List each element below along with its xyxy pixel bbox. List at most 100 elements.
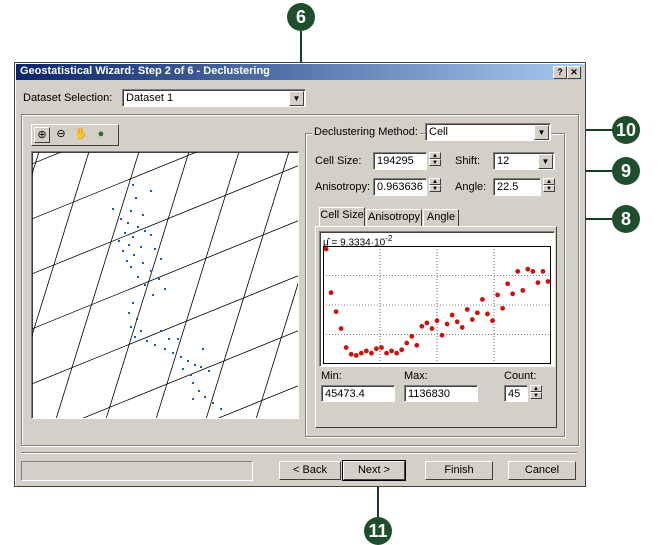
data-point xyxy=(389,348,394,354)
finish-button[interactable]: Finish xyxy=(425,461,493,480)
tab-angle-label: Angle xyxy=(426,211,456,223)
anisotropy-value: 0.963636 xyxy=(377,181,423,193)
back-button[interactable]: < Back xyxy=(279,461,341,480)
spin-down-icon[interactable]: ▼ xyxy=(429,185,441,192)
data-point xyxy=(409,333,415,339)
data-point xyxy=(500,305,505,311)
cell-size-spinner[interactable]: ▲ ▼ xyxy=(429,152,441,166)
max-value: 1136830 xyxy=(408,388,451,400)
data-point xyxy=(429,326,435,331)
spin-down-icon[interactable]: ▼ xyxy=(530,392,542,399)
data-point xyxy=(348,351,354,357)
declustering-method-label: Declustering Method: xyxy=(312,126,420,138)
data-point xyxy=(480,297,485,302)
close-button[interactable]: ✕ xyxy=(567,66,581,79)
tab-anisotropy[interactable]: Anisotropy xyxy=(366,209,422,226)
data-point xyxy=(464,307,470,312)
map-view[interactable] xyxy=(31,151,299,419)
map-toolbar: ⊕ ⊖ ✋ ● xyxy=(31,124,119,146)
cell-size-input[interactable]: 194295 xyxy=(373,152,427,170)
data-point xyxy=(535,280,541,285)
spin-down-icon[interactable]: ▼ xyxy=(429,159,441,166)
callout-6: 6 xyxy=(287,3,315,31)
spin-up-icon[interactable]: ▲ xyxy=(530,385,542,392)
min-label: Min: xyxy=(321,370,342,382)
title-bar[interactable]: Geostatistical Wizard: Step 2 of 6 - Dec… xyxy=(16,64,582,80)
pan-hand-icon[interactable]: ✋ xyxy=(74,127,88,141)
declustering-method-dropdown[interactable]: ▼ xyxy=(534,125,549,140)
tab-anisotropy-label: Anisotropy xyxy=(368,211,420,223)
data-point xyxy=(454,319,460,325)
data-point xyxy=(404,340,410,346)
data-point xyxy=(369,350,374,356)
dataset-label: Dataset Selection: xyxy=(23,92,113,104)
shift-value: 12 xyxy=(497,155,510,167)
data-point xyxy=(490,318,495,324)
tab-cell-size[interactable]: Cell Size xyxy=(319,207,365,226)
tab-angle[interactable]: Angle xyxy=(423,209,459,226)
data-point xyxy=(333,309,339,315)
callout-11: 11 xyxy=(364,517,392,545)
callout-8: 8 xyxy=(612,205,640,233)
spin-up-icon[interactable]: ▲ xyxy=(429,152,441,159)
chevron-down-icon: ▼ xyxy=(541,157,550,166)
cell-size-value: 194295 xyxy=(377,155,414,167)
count-input[interactable]: 45 xyxy=(504,385,528,402)
anisotropy-spinner[interactable]: ▲ ▼ xyxy=(429,178,441,192)
data-point xyxy=(394,350,400,356)
globe-icon[interactable]: ● xyxy=(94,127,108,141)
data-point xyxy=(449,312,455,318)
data-point xyxy=(444,321,450,327)
cancel-button[interactable]: Cancel xyxy=(508,461,576,480)
wizard-dialog: Geostatistical Wizard: Step 2 of 6 - Dec… xyxy=(14,62,586,487)
data-point xyxy=(374,346,379,352)
cell-size-label: Cell Size: xyxy=(315,155,362,167)
shift-dropdown[interactable]: ▼ xyxy=(538,154,553,169)
data-point xyxy=(384,350,389,356)
dataset-dropdown-button[interactable]: ▼ xyxy=(289,91,304,106)
zoom-in-icon[interactable]: ⊕ xyxy=(34,127,50,143)
data-point xyxy=(545,279,551,284)
chevron-down-icon: ▼ xyxy=(292,94,301,103)
data-point xyxy=(505,281,511,287)
plot-area: μ̂ = 9.3334·10-2 xyxy=(319,231,555,367)
data-point xyxy=(434,318,440,324)
anisotropy-label: Anisotropy: xyxy=(315,181,371,193)
data-point xyxy=(358,350,364,356)
callout-10: 10 xyxy=(612,116,640,144)
data-point xyxy=(414,342,420,348)
data-point xyxy=(525,266,531,272)
help-button[interactable]: ? xyxy=(553,66,567,79)
data-point xyxy=(419,323,425,329)
anisotropy-input[interactable]: 0.963636 xyxy=(373,178,427,196)
spin-down-icon[interactable]: ▼ xyxy=(543,185,555,192)
declustering-method-select[interactable]: Cell xyxy=(425,123,551,141)
separator xyxy=(21,452,577,454)
data-point xyxy=(328,290,334,296)
tab-cell-size-label: Cell Size xyxy=(320,209,364,221)
count-value: 45 xyxy=(508,388,521,400)
data-point xyxy=(540,269,546,274)
status-field xyxy=(21,461,253,481)
spin-up-icon[interactable]: ▲ xyxy=(543,178,555,185)
data-point xyxy=(469,317,475,322)
declustering-grid xyxy=(32,152,298,418)
count-label: Count: xyxy=(504,370,537,382)
data-point xyxy=(343,345,349,350)
dataset-select[interactable]: Dataset 1 xyxy=(122,89,306,107)
angle-spinner[interactable]: ▲ ▼ xyxy=(543,178,555,192)
count-spinner[interactable]: ▲ ▼ xyxy=(530,385,542,399)
data-point xyxy=(485,311,490,317)
data-point xyxy=(439,332,445,338)
spin-up-icon[interactable]: ▲ xyxy=(429,178,441,185)
max-label: Max: xyxy=(404,370,428,382)
zoom-out-icon[interactable]: ⊖ xyxy=(54,127,68,141)
next-button[interactable]: Next > xyxy=(342,460,406,481)
cell-size-plot xyxy=(323,246,551,364)
min-value: 45473.4 xyxy=(325,388,365,400)
window-title: Geostatistical Wizard: Step 2 of 6 - Dec… xyxy=(20,65,270,77)
angle-input[interactable]: 22.5 xyxy=(493,178,541,196)
map-canvas xyxy=(32,152,298,418)
data-point xyxy=(510,291,516,297)
chevron-down-icon: ▼ xyxy=(537,128,546,137)
